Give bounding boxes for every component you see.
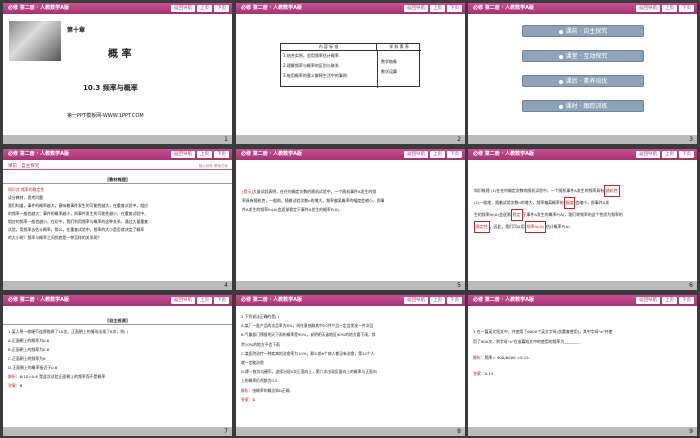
question-text: 3.在一篇英文短文中，共使用了6000个英文字母(含重复使用)，其中字母"e"共… bbox=[473, 329, 613, 376]
nav-button[interactable]: 返回导航 bbox=[636, 297, 660, 304]
slide-footer: 4 bbox=[3, 281, 232, 290]
question-text: 1.某人将一枚硬币连掷抛两了10次，正面朝上的情形出现了6次，则( ) A.正面朝… bbox=[8, 329, 129, 388]
next-button[interactable]: 下页 bbox=[447, 151, 462, 158]
nav-button[interactable]: 返回导航 bbox=[171, 151, 195, 158]
slide-footer: 3 bbox=[468, 135, 697, 144]
prev-button[interactable]: 上页 bbox=[662, 297, 677, 304]
next-button[interactable]: 下页 bbox=[679, 151, 694, 158]
slide-header: 必修 第二册 · 人教数学A版 返回导航 上页 下页 bbox=[468, 149, 697, 160]
menu-item-after[interactable]: 课后 · 素养培优 bbox=[522, 75, 644, 87]
section-title: 10.3 频率与概率 bbox=[83, 84, 138, 92]
prev-button[interactable]: 上页 bbox=[662, 5, 677, 12]
slide-footer: 9 bbox=[468, 427, 697, 436]
summary-text: 知识梳理 (1)在任何确定次数的随机试验中，一个随机事件A发生的频率具有 随机性 … bbox=[474, 185, 692, 233]
chapter-label: 第十章 bbox=[67, 27, 86, 34]
next-button[interactable]: 下页 bbox=[679, 5, 694, 12]
menu-item-class[interactable]: 课堂 · 互动探究 bbox=[522, 50, 644, 62]
standards-table: 内 容 标 准 学 科 素 养 1.结合实例，会用频率估计概率. 2.理解频率与… bbox=[280, 43, 421, 88]
chapter-title: 概 率 bbox=[108, 49, 132, 60]
slide-3[interactable]: 必修 第二册 · 人教数学A版 返回导航 上页 下页 课前 · 自主探究 课堂 · … bbox=[468, 3, 697, 144]
slide-2[interactable]: 必修 第二册 · 人教数学A版 返回导航 上页 下页 内 容 标 准 学 科 素 养… bbox=[236, 3, 465, 144]
slide-footer: 8 bbox=[236, 427, 465, 436]
slide-footer: 6 bbox=[468, 281, 697, 290]
prev-button[interactable]: 上页 bbox=[197, 151, 212, 158]
next-button[interactable]: 下页 bbox=[679, 297, 694, 304]
nav-button[interactable]: 返回导航 bbox=[404, 151, 428, 158]
slide-header: 必修 第二册 · 人教数学A版 返回导航 上页 下页 bbox=[3, 295, 232, 306]
site-text: 第一PPT模板网-WWW.1PPT.COM bbox=[67, 113, 144, 119]
prev-button[interactable]: 上页 bbox=[197, 297, 212, 304]
cover-photo bbox=[9, 21, 61, 61]
slide-4[interactable]: 必修 第二册 · 人教数学A版 返回导航 上页 下页 课前 · 自主探究 核心体系 基… bbox=[3, 149, 232, 290]
next-button[interactable]: 下页 bbox=[214, 5, 229, 12]
slide-6[interactable]: 必修 第二册 · 人教数学A版 返回导航 上页 下页 知识梳理 (1)在任何确定次数… bbox=[468, 149, 697, 290]
body-text: 知识点 频率的稳定性 读分教材，思考问题 我们知道，事件的概率越大，意味着事件发生的… bbox=[8, 187, 149, 240]
slide-header: 必修 第二册 · 人教数学A版 返回导航 上页 下页 bbox=[236, 3, 465, 14]
nav-button[interactable]: 返回导航 bbox=[171, 297, 195, 304]
slide-header: 必修 第二册 · 人教数学A版 返回导航 上页 下页 bbox=[236, 295, 465, 306]
slide-5[interactable]: 必修 第二册 · 人教数学A版 返回导航 上页 下页 [提示]大量试验表明，在任何确… bbox=[236, 149, 465, 290]
hint-text: [提示]大量试验表明，在任何确定次数的随机试验中，一个随机事件A发生的频 率具有随… bbox=[242, 189, 385, 212]
slide-footer: 2 bbox=[236, 135, 465, 144]
nav-button[interactable]: 返回导航 bbox=[636, 151, 660, 158]
slide-footer: 1 bbox=[3, 135, 232, 144]
slide-header: 必修 第二册 · 人教数学A版 返回导航 上页 下页 bbox=[468, 3, 697, 14]
prev-button[interactable]: 上页 bbox=[662, 151, 677, 158]
prev-button[interactable]: 上页 bbox=[197, 5, 212, 12]
slide-8[interactable]: 必修 第二册 · 人教数学A版 返回导航 上页 下页 2.下列说法正确的是( ) A.… bbox=[236, 295, 465, 436]
next-button[interactable]: 下页 bbox=[447, 5, 462, 12]
slide-footer: 5 bbox=[236, 281, 465, 290]
menu-item-training[interactable]: 课时 · 跟踪训练 bbox=[522, 100, 644, 112]
next-button[interactable]: 下页 bbox=[214, 297, 229, 304]
slide-7[interactable]: 必修 第二册 · 人教数学A版 返回导航 上页 下页 [自主检测] 1.某人将一枚硬… bbox=[3, 295, 232, 436]
next-button[interactable]: 下页 bbox=[447, 297, 462, 304]
nav-button[interactable]: 返回导航 bbox=[636, 5, 660, 12]
slide-9[interactable]: 必修 第二册 · 人教数学A版 返回导航 上页 下页 3.在一篇英文短文中，共使用了… bbox=[468, 295, 697, 436]
slide-header: 必修 第二册 · 人教数学A版 返回导航 上页 下页 bbox=[3, 149, 232, 160]
prev-button[interactable]: 上页 bbox=[430, 5, 445, 12]
slide-header: 必修 第二册 · 人教数学A版 返回导航 上页 下页 bbox=[3, 3, 232, 14]
nav-button[interactable]: 返回导航 bbox=[404, 297, 428, 304]
nav-button[interactable]: 返回导航 bbox=[171, 5, 195, 12]
slide-header: 必修 第二册 · 人教数学A版 返回导航 上页 下页 bbox=[236, 149, 465, 160]
nav-button[interactable]: 返回导航 bbox=[404, 5, 428, 12]
section-bar: 课前 · 自主探究 核心体系 基础达标 bbox=[3, 163, 232, 170]
slide-header: 必修 第二册 · 人教数学A版 返回导航 上页 下页 bbox=[468, 295, 697, 306]
next-button[interactable]: 下页 bbox=[214, 151, 229, 158]
prev-button[interactable]: 上页 bbox=[430, 151, 445, 158]
slide-1[interactable]: 必修 第二册 · 人教数学A版 返回导航 上页 下页 第十章 概 率 10.3 频率… bbox=[3, 3, 232, 144]
menu-item-preview[interactable]: 课前 · 自主探究 bbox=[522, 25, 644, 37]
prev-button[interactable]: 上页 bbox=[430, 297, 445, 304]
question-text: 2.下列说法正确的是( ) A.某厂一批产品的次品率为8%，则任意抽取其中20件产… bbox=[241, 314, 377, 402]
slide-footer: 7 bbox=[3, 427, 232, 436]
box-title: [自主检测] bbox=[3, 317, 232, 325]
box-title: [教材梳理] bbox=[3, 176, 232, 184]
